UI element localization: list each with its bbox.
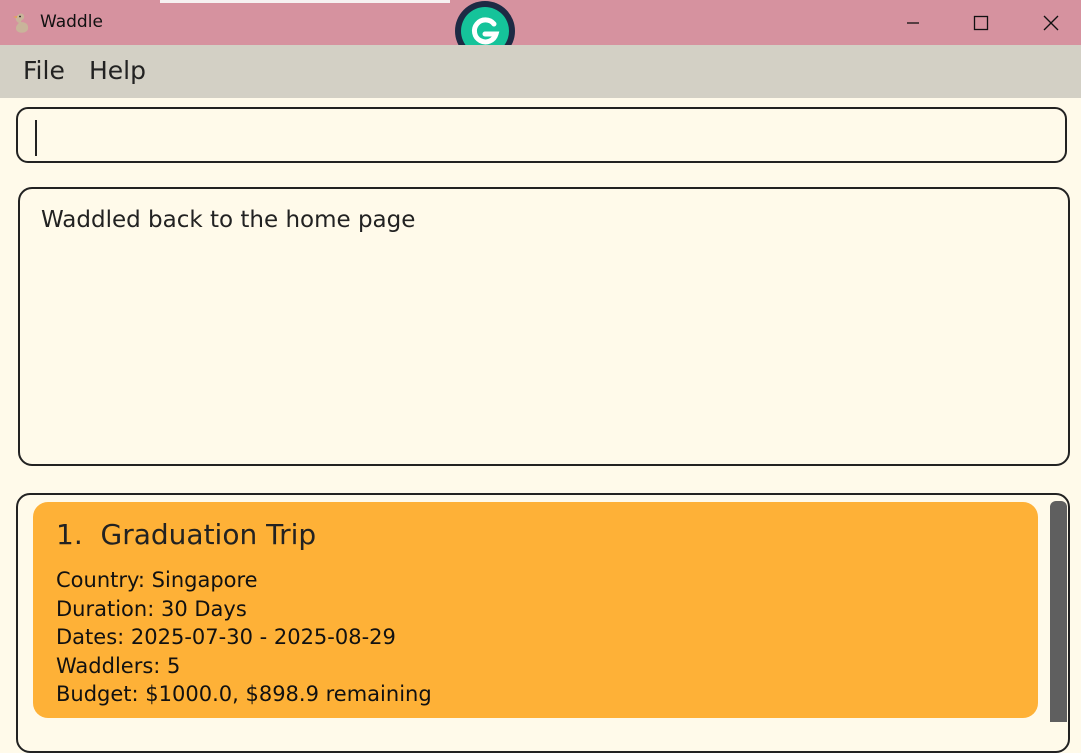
trip-card[interactable]: 1. Graduation Trip Country: Singapore Du…: [33, 502, 1038, 718]
trip-dates: Dates: 2025-07-30 - 2025-08-29: [56, 625, 396, 650]
menu-file[interactable]: File: [23, 56, 65, 85]
minimize-icon: [907, 21, 919, 24]
minimize-button[interactable]: [878, 0, 948, 45]
close-button[interactable]: [1016, 0, 1081, 45]
list-scrollbar[interactable]: [1050, 501, 1067, 722]
window-title: Waddle: [40, 12, 103, 32]
trip-budget: Budget: $1000.0, $898.9 remaining: [56, 682, 432, 707]
command-input[interactable]: [16, 107, 1067, 163]
menu-help[interactable]: Help: [89, 56, 146, 85]
result-display: Waddled back to the home page: [18, 187, 1070, 466]
top-progress-strip: [160, 0, 450, 3]
maximize-icon: [973, 15, 989, 30]
trip-details: Country: Singapore Duration: 30 Days Dat…: [56, 566, 432, 709]
trip-country: Country: Singapore: [56, 568, 258, 592]
result-message: Waddled back to the home page: [41, 207, 416, 233]
maximize-button[interactable]: [946, 0, 1016, 45]
trip-waddlers: Waddlers: 5: [56, 653, 181, 678]
trip-title: 1. Graduation Trip: [56, 518, 316, 551]
title-bar: Waddle: [0, 0, 1081, 45]
close-icon: [1043, 15, 1059, 30]
text-caret: [35, 120, 37, 156]
trip-name: Graduation Trip: [100, 518, 317, 551]
duck-icon: [13, 13, 29, 33]
trip-index: 1.: [56, 518, 83, 551]
trip-duration: Duration: 30 Days: [56, 596, 247, 621]
menu-bar: File Help: [0, 45, 1081, 98]
